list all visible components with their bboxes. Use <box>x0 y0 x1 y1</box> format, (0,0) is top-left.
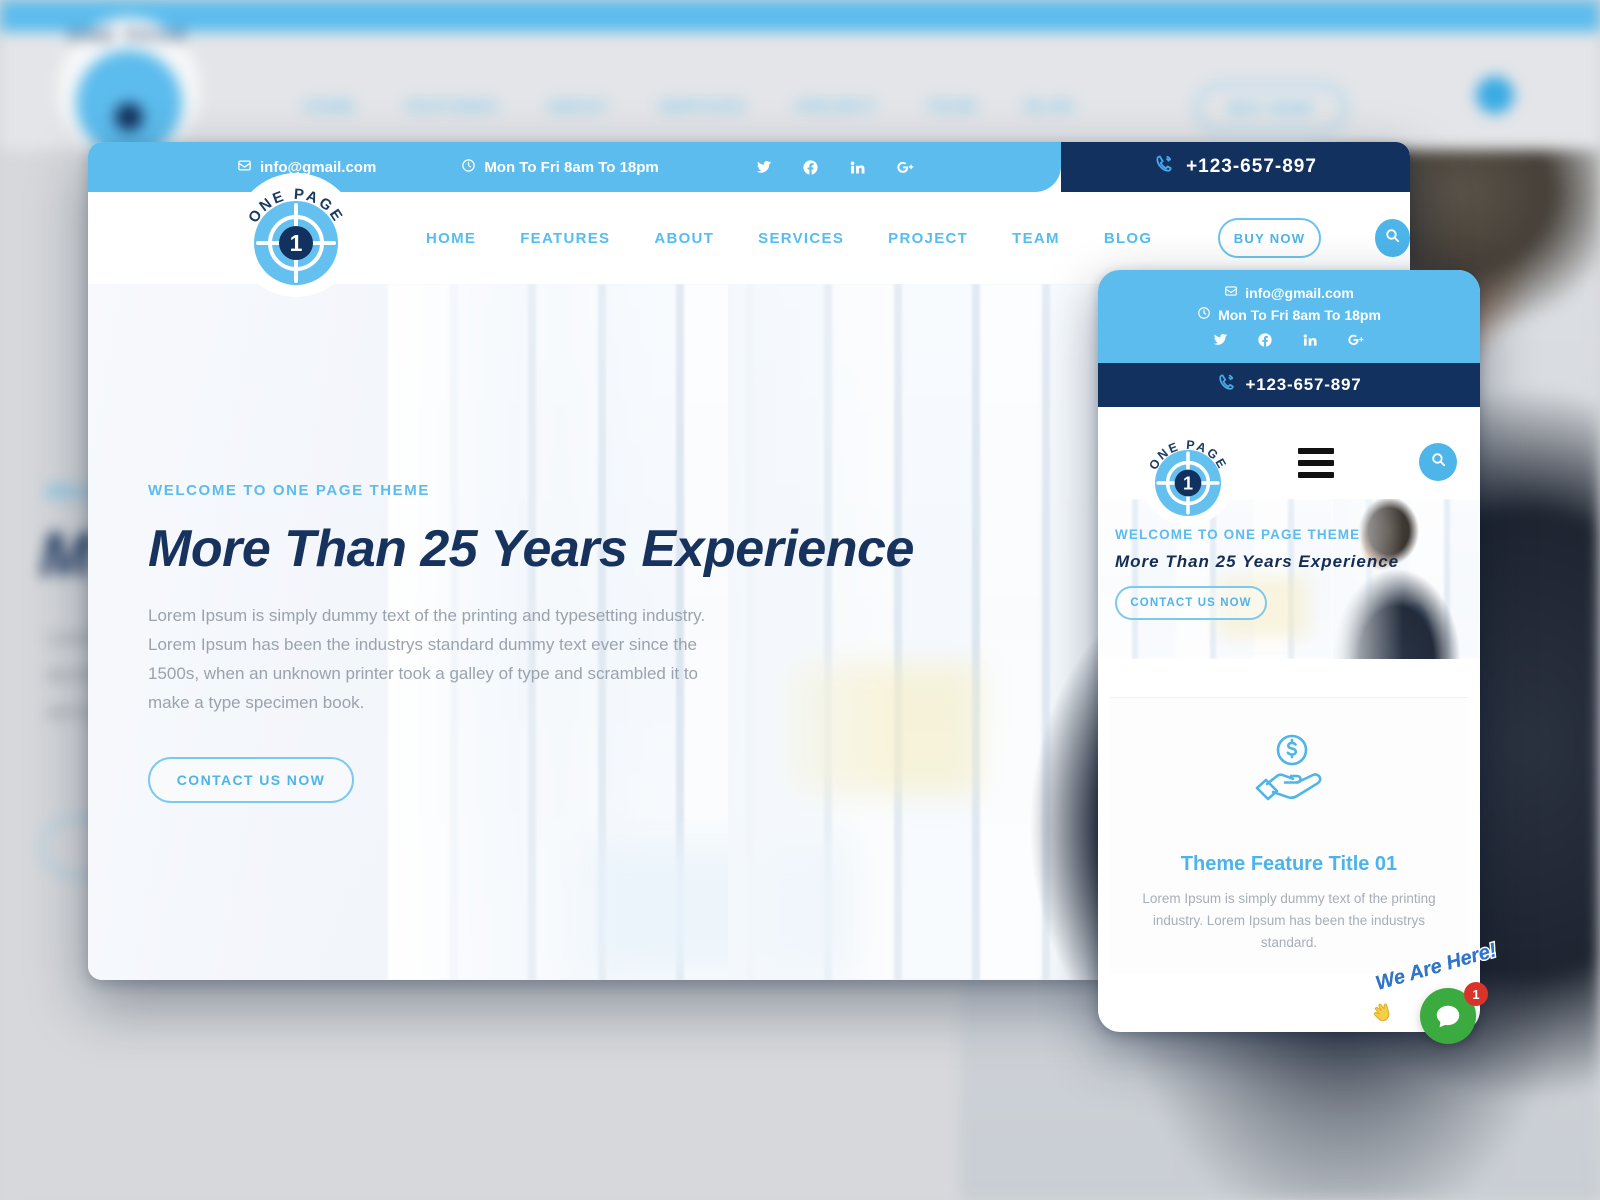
mobile-email-text: info@gmail.com <box>1245 284 1354 301</box>
background-nav-item: FEATURES <box>406 98 498 115</box>
mobile-feature-section: Theme Feature Title 01 Lorem Ipsum is si… <box>1098 659 1480 974</box>
background-logo: ONE PAGE <box>58 18 200 160</box>
mobile-navbar: ONE PAGE 1 <box>1098 407 1480 525</box>
mobile-hero-subtitle: WELCOME TO ONE PAGE THEME <box>1115 527 1361 542</box>
background-nav-item: ABOUT <box>547 98 609 115</box>
mobile-phone-bar[interactable]: +123-657-897 <box>1098 363 1480 407</box>
waving-hand-icon <box>1365 996 1405 1040</box>
envelope-icon <box>1224 284 1238 301</box>
background-nav-item: PROJECT <box>796 98 878 115</box>
nav-item-team[interactable]: TEAM <box>1012 230 1060 247</box>
background-logo-text: ONE PAGE <box>68 26 190 45</box>
phone-text: +123-657-897 <box>1186 156 1317 177</box>
background-nav-item: HOME <box>305 98 356 115</box>
background-topbar <box>0 0 1600 32</box>
mobile-topbar: info@gmail.com Mon To Fri 8am To 18pm <box>1098 270 1480 363</box>
svg-text:1: 1 <box>290 230 303 256</box>
mobile-feature-title: Theme Feature Title 01 <box>1180 853 1398 875</box>
desktop-topbar-left: info@gmail.com Mon To Fri 8am To 18pm <box>88 142 1061 192</box>
email-text: info@gmail.com <box>260 158 377 176</box>
background-nav-item: BLOG <box>1026 98 1076 115</box>
mobile-hours-contact: Mon To Fri 8am To 18pm <box>1098 306 1480 323</box>
nav-item-blog[interactable]: BLOG <box>1104 230 1153 247</box>
mobile-feature-text: Lorem Ipsum is simply dummy text of the … <box>1142 891 1436 950</box>
chat-unread-badge: 1 <box>1464 982 1488 1006</box>
background-navbar <box>0 32 1600 150</box>
hours-text: Mon To Fri 8am To 18pm <box>484 158 659 176</box>
logo-target-icon: 1 <box>1155 450 1221 516</box>
twitter-icon[interactable] <box>755 159 772 176</box>
hamburger-menu-icon[interactable] <box>1298 448 1334 478</box>
mobile-social-links <box>1098 332 1480 353</box>
search-icon <box>1384 227 1401 249</box>
phone-contact[interactable]: +123-657-897 <box>1154 154 1317 180</box>
logo-target-icon: 1 <box>254 201 338 285</box>
desktop-menu: HOME FEATURES ABOUT SERVICES PROJECT TEA… <box>426 230 1152 247</box>
twitter-icon[interactable] <box>1212 332 1228 353</box>
buy-now-button[interactable]: BUY NOW <box>1218 218 1321 258</box>
clock-icon <box>461 158 476 177</box>
desktop-logo[interactable]: ONE PAGE 1 <box>234 173 358 297</box>
mobile-feature-card: Theme Feature Title 01 Lorem Ipsum is si… <box>1110 697 1468 974</box>
background-search-icon <box>1476 76 1514 114</box>
background-buy-now-button: BUY NOW <box>1196 84 1346 132</box>
mobile-hours-text: Mon To Fri 8am To 18pm <box>1218 306 1381 323</box>
social-links <box>755 159 916 176</box>
hero-title: More Than 25 Years Experience <box>148 520 914 578</box>
mobile-hero-content: WELCOME TO ONE PAGE THEME More Than 25 Y… <box>1115 527 1399 620</box>
background-hero-title: M <box>40 521 92 590</box>
background-logo-dot <box>115 103 143 131</box>
background-nav-items: HOME FEATURES ABOUT SERVICES PROJECT TEA… <box>305 98 1075 115</box>
svg-text:1: 1 <box>1183 473 1193 493</box>
linkedin-icon[interactable] <box>849 159 866 176</box>
clock-icon <box>1197 306 1211 323</box>
mobile-email-contact[interactable]: info@gmail.com <box>1098 284 1480 301</box>
mobile-logo[interactable]: ONE PAGE 1 <box>1140 429 1236 525</box>
hours-contact: Mon To Fri 8am To 18pm <box>461 158 659 177</box>
background-logo-circle <box>76 50 182 156</box>
hand-holding-dollar-icon <box>1247 734 1331 810</box>
google-plus-icon[interactable] <box>1347 332 1366 353</box>
nav-item-services[interactable]: SERVICES <box>758 230 844 247</box>
contact-us-now-button[interactable]: CONTACT US NOW <box>148 757 354 803</box>
search-icon <box>1430 451 1447 473</box>
facebook-icon[interactable] <box>1257 332 1273 353</box>
mobile-contact-us-now-button[interactable]: CONTACT US NOW <box>1115 586 1267 620</box>
search-button[interactable] <box>1374 219 1410 257</box>
hero-content: WELCOME TO ONE PAGE THEME More Than 25 Y… <box>148 482 914 803</box>
hero-subtitle: WELCOME TO ONE PAGE THEME <box>148 482 430 499</box>
hero-paragraph: Lorem Ipsum is simply dummy text of the … <box>148 606 706 712</box>
mobile-hero: WELCOME TO ONE PAGE THEME More Than 25 Y… <box>1098 499 1480 659</box>
mobile-hero-title: More Than 25 Years Experience <box>1115 552 1400 571</box>
mobile-mockup: info@gmail.com Mon To Fri 8am To 18pm +1… <box>1098 270 1480 1032</box>
background-nav-item: TEAM <box>927 98 977 115</box>
background-nav-item: SERVICES <box>658 98 747 115</box>
linkedin-icon[interactable] <box>1302 332 1318 353</box>
phone-icon <box>1217 373 1236 397</box>
nav-item-features[interactable]: FEATURES <box>520 230 610 247</box>
nav-item-about[interactable]: ABOUT <box>654 230 714 247</box>
envelope-icon <box>237 158 252 177</box>
google-plus-icon[interactable] <box>896 159 916 176</box>
facebook-icon[interactable] <box>802 159 819 176</box>
phone-icon <box>1154 154 1174 180</box>
nav-item-home[interactable]: HOME <box>426 230 476 247</box>
nav-item-project[interactable]: PROJECT <box>888 230 968 247</box>
chat-widget[interactable]: We Are Here! We Are Here! 1 <box>1365 938 1500 1046</box>
mobile-search-button[interactable] <box>1419 443 1457 481</box>
desktop-topbar-right: +123-657-897 <box>1061 142 1410 192</box>
mobile-phone-text: +123-657-897 <box>1245 375 1362 394</box>
